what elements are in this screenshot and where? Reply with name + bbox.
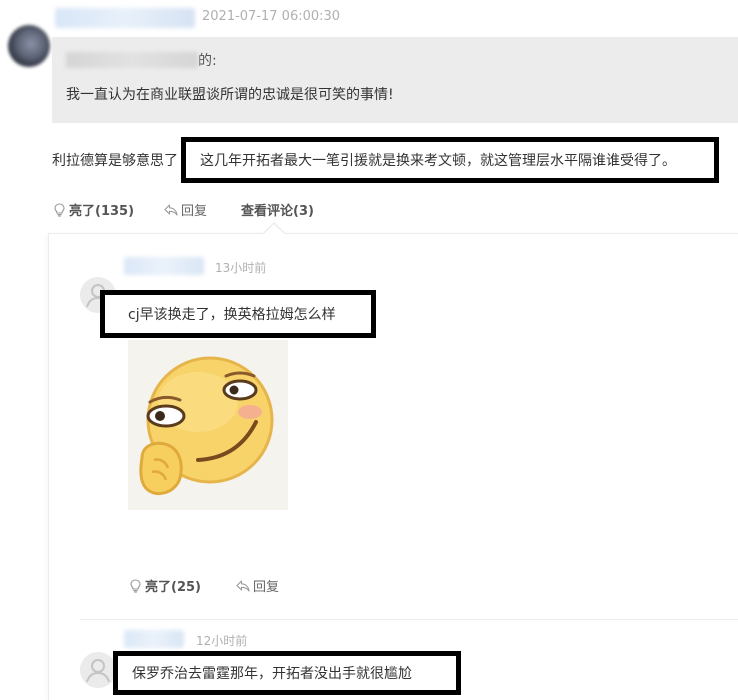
quoted-comment: 的: 我一直认为在商业联盟谈所谓的忠诚是很可笑的事情! [52,37,738,123]
comment-action-bar: 亮了(25) 回复 [128,576,279,595]
comment-time: 13小时前 [215,261,267,275]
comment-reply-button[interactable]: 回复 [236,576,279,595]
quoted-author: 的: [66,49,217,71]
comment-reply-label: 回复 [252,580,279,595]
comment-like-count-label: 亮了(25) [145,580,201,595]
like-count-label: 亮了(135) [69,204,135,219]
comment-like-button[interactable]: 亮了(25) [128,576,201,595]
quoted-author-suffix: 的: [198,53,217,69]
reply-arrow-icon [236,579,250,593]
comment-text: 保罗乔治去雷霆那年，开拓者没出手就很尴尬 [132,666,412,682]
comment-divider [80,619,738,620]
lightbulb-icon [128,578,142,593]
comment-thread-page: 2021-07-17 06:00:30 的: 我一直认为在商业联盟谈所谓的忠诚是… [0,0,738,700]
comment-time: 12小时前 [196,634,248,648]
comment-username-blurred[interactable] [124,257,204,275]
reply-button[interactable]: 回复 [164,200,207,219]
username-blurred[interactable] [55,8,195,28]
comment-text-highlight: 保罗乔治去雷霆那年，开拓者没出手就很尴尬 [113,651,461,695]
comment-username-blurred[interactable] [124,630,184,648]
quoted-author-name-blurred[interactable] [66,52,198,68]
reply-label: 回复 [181,204,208,219]
comment-text-highlight: cj早该换走了，换英格拉姆怎么样 [100,290,376,338]
reply-text-prefix: 利拉德算是够意思了 [52,153,178,169]
smirk-emoji-sticker-icon[interactable] [128,340,288,510]
reply-text-highlight: 这几年开拓者最大一笔引援就是换来考文顿，就这管理层水平隔谁谁受得了。 [181,137,719,183]
default-avatar-icon[interactable] [80,652,116,688]
user-avatar[interactable] [8,25,50,67]
lightbulb-icon [52,202,66,217]
panel-caret-inner [263,224,285,235]
post-timestamp: 2021-07-17 06:00:30 [202,9,341,24]
comment-text: cj早该换走了，换英格拉姆怎么样 [128,307,336,323]
post-action-bar: 亮了(135) 回复 查看评论(3) [52,200,314,219]
view-comments-button[interactable]: 查看评论(3) [241,200,314,219]
quoted-text: 我一直认为在商业联盟谈所谓的忠诚是很可笑的事情! [66,87,394,103]
reply-text-highlight-label: 这几年开拓者最大一笔引援就是换来考文顿，就这管理层水平隔谁谁受得了。 [200,153,676,169]
like-button[interactable]: 亮了(135) [52,200,134,219]
reply-arrow-icon [164,203,178,217]
